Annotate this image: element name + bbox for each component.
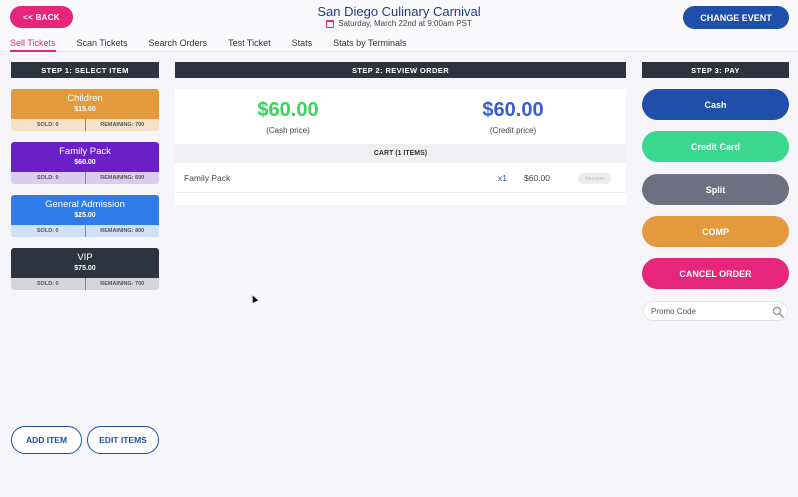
- cart-item-amount: $60.00: [524, 173, 550, 183]
- cancel-order-button[interactable]: CANCEL ORDER: [642, 258, 789, 289]
- item-price: $75.00: [74, 265, 96, 272]
- review-order-panel: $60.00 (Cash price) $60.00 (Credit price…: [175, 89, 626, 205]
- event-date: Saturday, March 22nd at 9:00am PST: [0, 19, 798, 28]
- search-icon[interactable]: [772, 306, 784, 318]
- step1-header: STEP 1: SELECT ITEM: [11, 62, 159, 78]
- item-sold: SOLD: 0: [11, 278, 86, 290]
- item-top: VIP $75.00: [11, 248, 159, 278]
- cart-item-name: Family Pack: [184, 173, 231, 183]
- cash-total: $60.00: [257, 99, 319, 121]
- item-remaining: REMAINING: 700: [100, 122, 145, 128]
- credit-card-button[interactable]: Credit Card: [642, 131, 789, 162]
- item-stats: SOLD: 0 REMAINING: 800: [11, 225, 159, 237]
- event-title: San Diego Culinary Carnival: [317, 4, 481, 19]
- item-top: Family Pack $60.00: [11, 142, 159, 172]
- remove-item-button[interactable]: Remove: [578, 173, 611, 184]
- item-remaining: REMAINING: 800: [100, 228, 145, 234]
- item-name: Children: [67, 93, 103, 104]
- calendar-icon: [326, 19, 335, 28]
- item-card-vip[interactable]: VIP $75.00 SOLD: 0 REMAINING: 700: [11, 248, 159, 290]
- credit-total: $60.00: [482, 99, 544, 121]
- cash-button[interactable]: Cash: [642, 89, 789, 120]
- item-stats: SOLD: 0 REMAINING: 600: [11, 172, 159, 184]
- main-nav: Sell Tickets Scan Tickets Search Orders …: [10, 38, 406, 52]
- cart-row: Family Pack x1 $60.00 Remove: [175, 163, 626, 193]
- item-sold: SOLD: 0: [11, 119, 86, 131]
- top-bar: << BACK San Diego Culinary Carnival Satu…: [0, 0, 798, 52]
- tab-test-ticket[interactable]: Test Ticket: [228, 38, 271, 52]
- change-event-button[interactable]: CHANGE EVENT: [683, 6, 789, 29]
- item-stats: SOLD: 0 REMAINING: 700: [11, 278, 159, 290]
- item-sold: SOLD: 0: [11, 225, 86, 237]
- item-card-general-admission[interactable]: General Admission $25.00 SOLD: 0 REMAINI…: [11, 195, 159, 237]
- item-top: Children $15.00: [11, 89, 159, 119]
- tab-search-orders[interactable]: Search Orders: [149, 38, 208, 52]
- item-remaining: REMAINING: 700: [100, 281, 145, 287]
- tab-stats[interactable]: Stats: [292, 38, 313, 52]
- item-remaining: REMAINING: 600: [100, 175, 145, 181]
- item-price: $25.00: [74, 212, 96, 219]
- add-item-button[interactable]: ADD ITEM: [11, 426, 82, 454]
- item-card-children[interactable]: Children $15.00 SOLD: 0 REMAINING: 700: [11, 89, 159, 131]
- item-top: General Admission $25.00: [11, 195, 159, 225]
- item-sold: SOLD: 0: [11, 172, 86, 184]
- item-name: Family Pack: [59, 146, 111, 157]
- promo-code-input[interactable]: [651, 305, 766, 318]
- item-price: $15.00: [74, 106, 96, 113]
- item-card-family-pack[interactable]: Family Pack $60.00 SOLD: 0 REMAINING: 60…: [11, 142, 159, 184]
- cart-header: CART (1 ITEMS): [175, 144, 626, 163]
- tab-stats-by-terminals[interactable]: Stats by Terminals: [333, 38, 406, 52]
- cash-price-label: (Cash price): [266, 126, 310, 135]
- cart-item-qty[interactable]: x1: [498, 173, 507, 183]
- step2-header: STEP 2: REVIEW ORDER: [175, 62, 626, 78]
- promo-code-field: [643, 301, 788, 321]
- edit-items-button[interactable]: EDIT ITEMS: [87, 426, 159, 454]
- step3-header: STEP 3: PAY: [642, 62, 789, 78]
- item-price: $60.00: [74, 159, 96, 166]
- tab-sell-tickets[interactable]: Sell Tickets: [10, 38, 56, 52]
- mouse-cursor-icon: [249, 294, 259, 303]
- split-button[interactable]: Split: [642, 174, 789, 205]
- tab-scan-tickets[interactable]: Scan Tickets: [77, 38, 128, 52]
- item-name: VIP: [77, 252, 93, 263]
- item-name: General Admission: [45, 199, 125, 210]
- item-stats: SOLD: 0 REMAINING: 700: [11, 119, 159, 131]
- comp-button[interactable]: COMP: [642, 216, 789, 247]
- credit-price-label: (Credit price): [489, 126, 537, 135]
- event-date-text: Saturday, March 22nd at 9:00am PST: [338, 19, 472, 28]
